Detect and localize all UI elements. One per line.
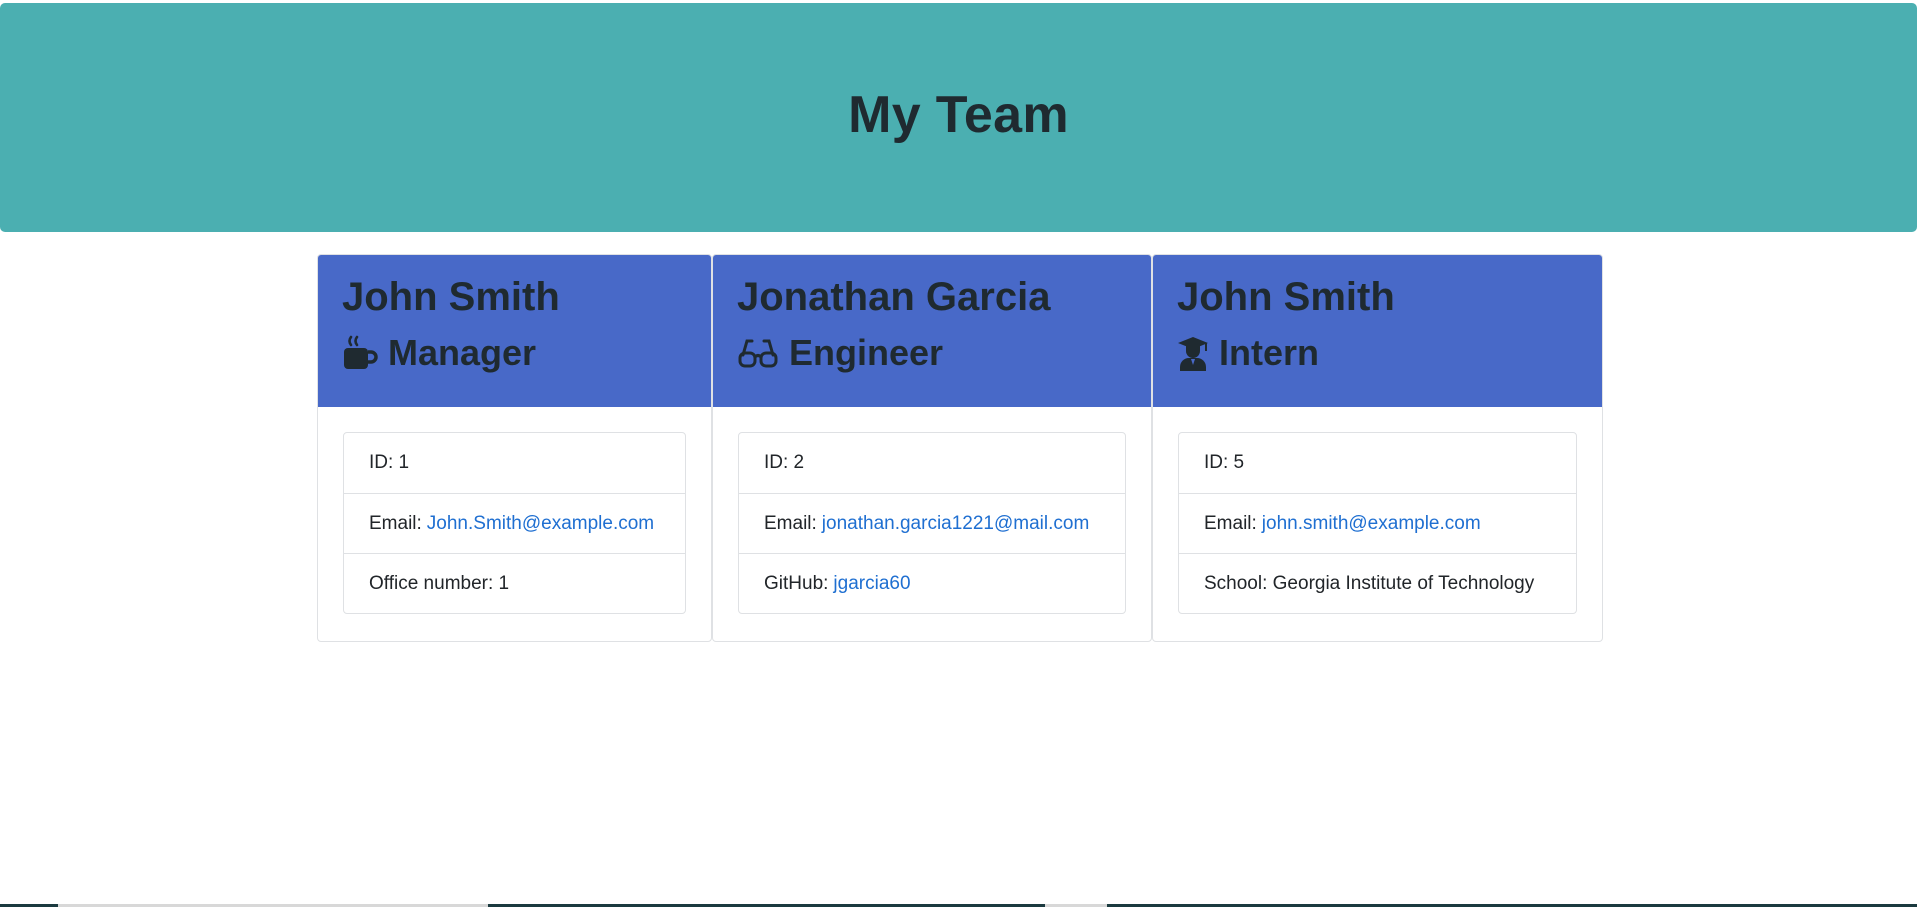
email-link[interactable]: jonathan.garcia1221@mail.com	[822, 513, 1090, 535]
school: School: Georgia Institute of Technology	[1179, 553, 1576, 613]
team-cards: John Smith Manager ID: 1 Email: John.Smi…	[317, 254, 1603, 642]
employee-id: ID: 5	[1204, 452, 1245, 473]
employee-id: ID: 2	[764, 452, 805, 473]
employee-name: Jonathan Garcia	[737, 275, 1051, 319]
card-body: ID: 5 Email: john.smith@example.com Scho…	[1153, 407, 1602, 639]
employee-role: Manager	[342, 335, 687, 371]
role-label: Intern	[1219, 332, 1320, 373]
email-label: Email:	[1204, 512, 1257, 534]
employee-email: Email: john.smith@example.com	[1179, 493, 1576, 553]
employee-card-intern: John Smith Intern ID: 5 Email: john.smit…	[1152, 254, 1603, 642]
page-header: My Team	[0, 3, 1917, 232]
employee-id: ID: 1	[369, 452, 410, 473]
employee-email: Email: jonathan.garcia1221@mail.com	[739, 493, 1125, 553]
employee-role: Intern	[1177, 335, 1578, 371]
github: GitHub: jgarcia60	[739, 553, 1125, 613]
page-title: My Team	[848, 85, 1069, 144]
email-label: Email:	[764, 512, 817, 534]
email-link[interactable]: john.smith@example.com	[1262, 513, 1481, 535]
email-link[interactable]: John.Smith@example.com	[427, 513, 654, 535]
email-label: Email:	[369, 512, 422, 534]
github-link[interactable]: jgarcia60	[833, 573, 910, 595]
employee-email: Email: John.Smith@example.com	[344, 493, 685, 553]
employee-name: John Smith	[342, 275, 560, 319]
graduate-icon	[1177, 335, 1209, 371]
role-label: Engineer	[789, 332, 944, 373]
employee-details: ID: 5 Email: john.smith@example.com Scho…	[1178, 432, 1577, 614]
glasses-icon	[737, 335, 779, 371]
employee-details: ID: 2 Email: jonathan.garcia1221@mail.co…	[738, 432, 1126, 614]
card-header: John Smith Manager	[318, 255, 711, 407]
employee-role: Engineer	[737, 335, 1127, 371]
employee-name: John Smith	[1177, 275, 1395, 319]
card-header: John Smith Intern	[1153, 255, 1602, 407]
office-number: Office number: 1	[344, 553, 685, 613]
card-header: Jonathan Garcia Engineer	[713, 255, 1151, 407]
coffee-mug-icon	[342, 335, 378, 371]
employee-card-manager: John Smith Manager ID: 1 Email: John.Smi…	[317, 254, 712, 642]
card-body: ID: 2 Email: jonathan.garcia1221@mail.co…	[713, 407, 1151, 639]
card-body: ID: 1 Email: John.Smith@example.com Offi…	[318, 407, 711, 639]
employee-details: ID: 1 Email: John.Smith@example.com Offi…	[343, 432, 686, 614]
github-label: GitHub:	[764, 572, 829, 594]
employee-card-engineer: Jonathan Garcia Engineer ID: 2 Email: jo…	[712, 254, 1152, 642]
role-label: Manager	[388, 332, 537, 373]
